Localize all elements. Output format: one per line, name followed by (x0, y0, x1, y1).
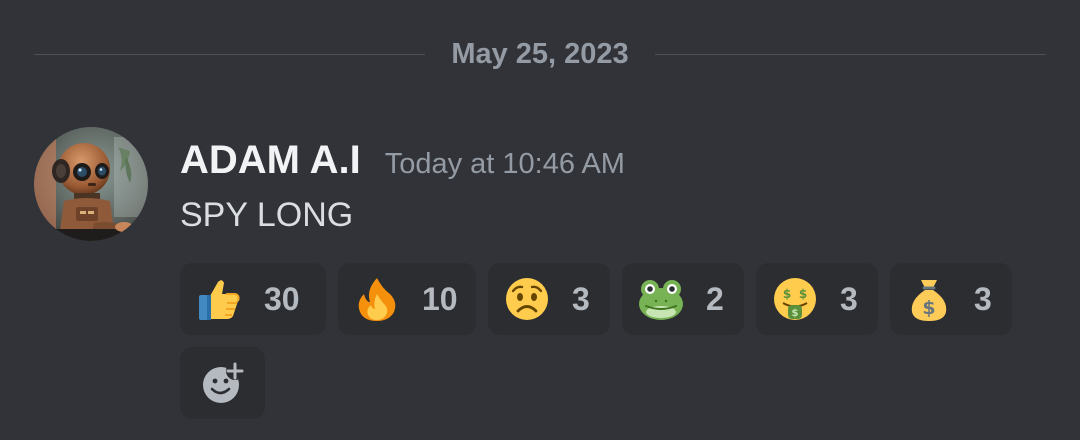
reaction-fire[interactable]: 10 (338, 263, 476, 335)
reaction-money-mouth-face[interactable]: $ $ $ 3 (756, 263, 878, 335)
money-mouth-face-icon: $ $ $ (774, 278, 816, 320)
reaction-count: 3 (840, 280, 858, 317)
money-bag-icon: $ (911, 280, 947, 321)
robot-avatar-icon (34, 127, 148, 241)
reaction-frog[interactable]: 2 (622, 263, 744, 335)
divider-line-left (34, 53, 426, 55)
reaction-worried-face[interactable]: 3 (488, 263, 610, 335)
reaction-count: 10 (422, 280, 458, 317)
date-divider: May 25, 2023 (34, 30, 1047, 78)
svg-text:$: $ (922, 297, 935, 319)
frog-icon (639, 280, 683, 320)
reaction-thumbs-up[interactable]: 30 (180, 263, 326, 335)
avatar[interactable] (34, 127, 148, 241)
add-reaction-icon (202, 362, 244, 403)
reaction-count: 3 (572, 280, 590, 317)
add-reaction-button[interactable] (180, 347, 265, 419)
divider-line-right (654, 53, 1047, 55)
svg-text:$: $ (799, 287, 807, 301)
message-timestamp[interactable]: Today at 10:46 AM (385, 148, 625, 181)
username[interactable]: ADAM A.I (180, 138, 361, 183)
message-content: SPY LONG (180, 196, 354, 234)
fire-icon (358, 278, 396, 321)
reaction-count: 30 (264, 280, 300, 317)
reaction-count: 2 (706, 280, 724, 317)
svg-text:$: $ (783, 287, 791, 301)
reaction-money-bag[interactable]: $ 3 (890, 263, 1012, 335)
reaction-count: 3 (974, 280, 992, 317)
thumbs-up-icon (199, 280, 240, 320)
reactions-bar: 30 10 3 2 $ $ $ 3 $ 3 (180, 263, 1012, 335)
date-divider-label: May 25, 2023 (451, 37, 629, 70)
svg-text:$: $ (792, 308, 799, 319)
message-header: ADAM A.I Today at 10:46 AM (180, 138, 625, 183)
worried-face-icon (506, 278, 548, 320)
